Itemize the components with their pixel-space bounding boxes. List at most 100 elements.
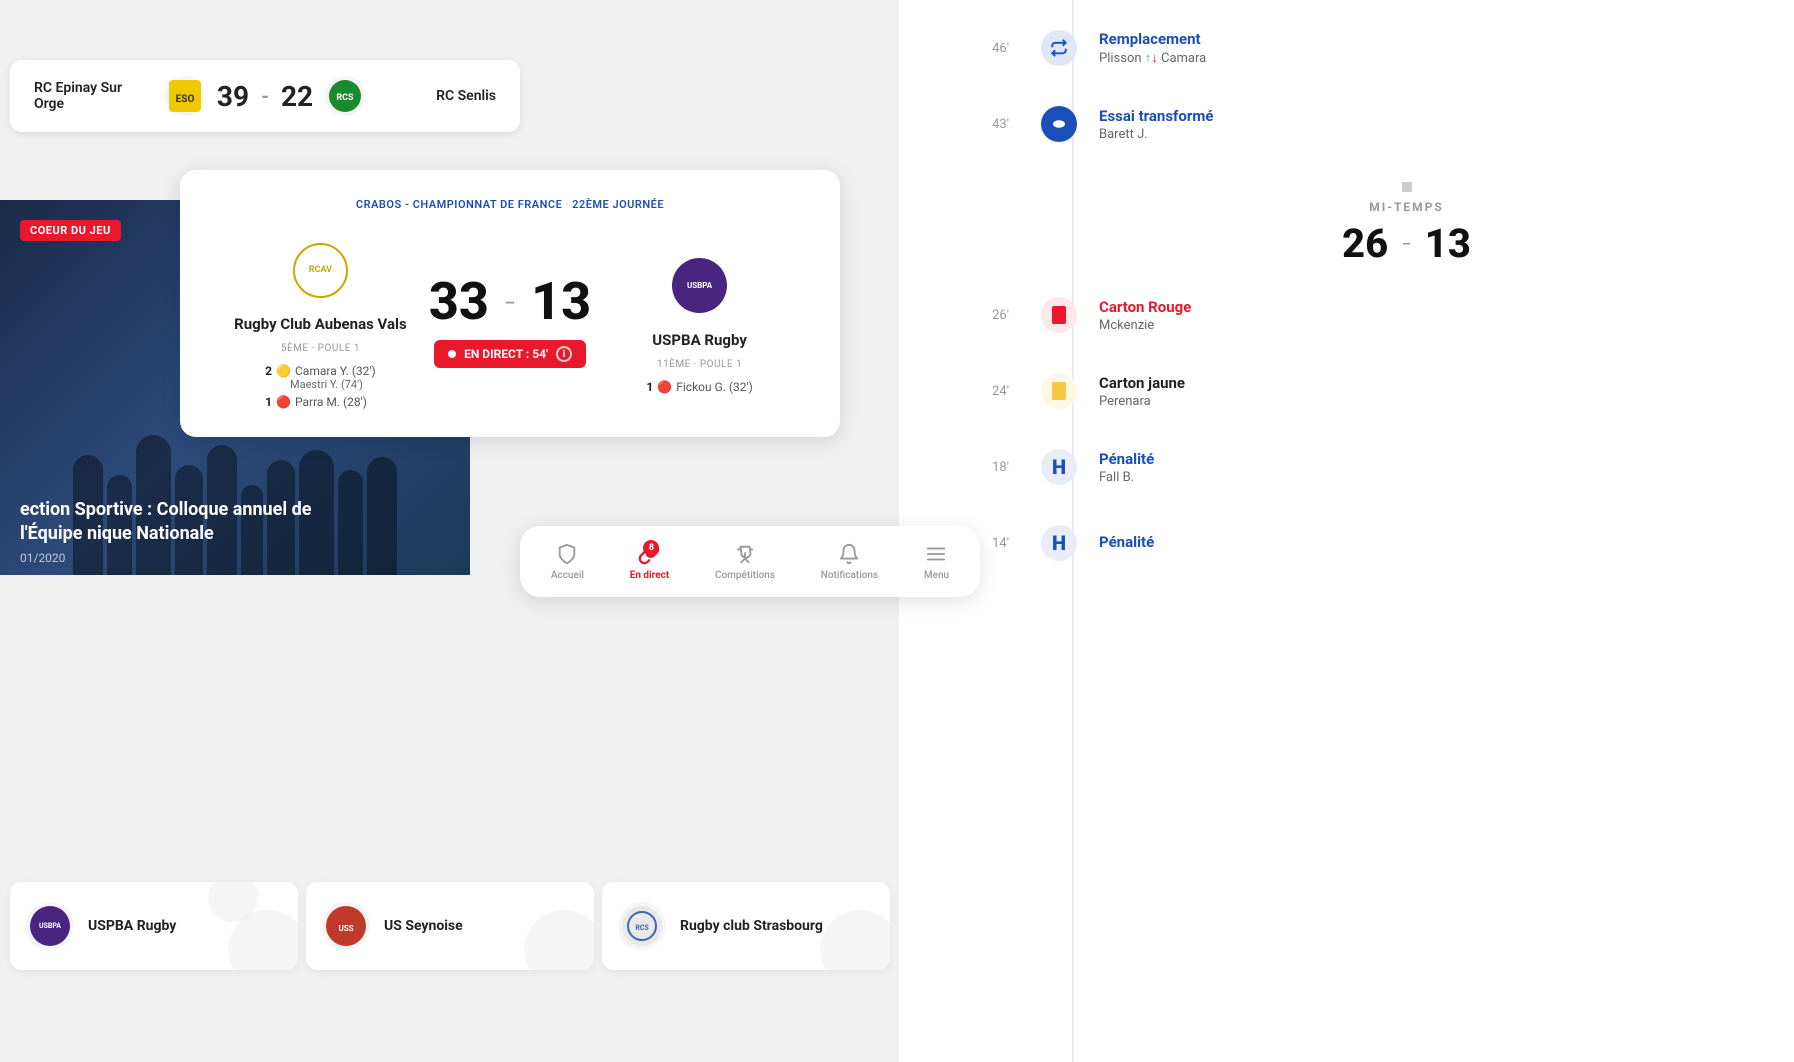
timeline-dot-46 <box>1039 30 1079 66</box>
shield-icon <box>555 542 579 566</box>
timeline-item-43: 43' Essai transformé Barett J. <box>959 106 1734 142</box>
timeline-event-title-24: Carton jaune <box>1099 374 1734 392</box>
match-score-right: 13 <box>531 276 591 328</box>
timeline-time-26: 26' <box>959 308 1039 323</box>
halftime-section: MI-TEMPS 26 - 13 <box>959 182 1734 267</box>
match-score: 33 - 13 <box>429 276 591 328</box>
match-card[interactable]: CRABOS - CHAMPIONNAT DE FRANCE · 22ÈME J… <box>180 170 840 437</box>
bottom-nav: Accueil 8 En direct <box>520 526 980 597</box>
right-panel: 46' Remplacement Plisson ↑↓ Camara <box>899 0 1794 1062</box>
timeline-item-14: 14' H Pénalité <box>959 525 1734 561</box>
timeline-time-46: 46' <box>959 41 1039 56</box>
svg-text:ESO: ESO <box>176 94 195 105</box>
match-team-left-sub: 5ÈME · POULE 1 <box>281 343 360 354</box>
nav-label-menu: Menu <box>924 570 949 581</box>
nav-item-competitions[interactable]: Compétitions <box>703 538 787 585</box>
trophy-icon <box>733 542 757 566</box>
timeline-item-18: 18' H Pénalité Fall B. <box>959 449 1734 485</box>
top-score-left: 39 <box>217 80 249 113</box>
penalty-H-icon-2: H <box>1052 533 1066 553</box>
team-card-uspba[interactable]: USBPA USPBA Rugby <box>10 882 298 970</box>
scorer-left-1: 2 🟡 Camara Y. (32') <box>265 364 376 378</box>
match-competition: CRABOS - CHAMPIONNAT DE FRANCE <box>356 198 562 211</box>
halftime-score-right: 13 <box>1425 220 1471 267</box>
menu-icon <box>924 542 948 566</box>
hero-title: ection Sportive : Colloque annuel de l'É… <box>20 498 320 545</box>
team-card-name-uspba: USPBA Rugby <box>88 918 176 934</box>
live-badge-text: EN DIRECT : 54' <box>464 347 548 361</box>
team-card-name-strasbourg: Rugby club Strasbourg <box>680 918 823 934</box>
left-panel: RC Epinay Sur Orge ESO 39 - 22 RCS RC Se… <box>0 0 900 1062</box>
match-card-header: CRABOS - CHAMPIONNAT DE FRANCE · 22ÈME J… <box>212 198 808 211</box>
team-card-logo-uspba: USBPA <box>26 902 74 950</box>
hero-date: 01/2020 <box>20 551 65 565</box>
top-score-card[interactable]: RC Epinay Sur Orge ESO 39 - 22 RCS RC Se… <box>10 60 520 132</box>
match-score-sep: - <box>505 284 515 320</box>
top-team-right: RC Senlis <box>377 88 496 104</box>
live-badge[interactable]: EN DIRECT : 54' i <box>434 340 586 368</box>
match-score-left: 33 <box>429 276 489 328</box>
top-score-sep: - <box>261 84 269 108</box>
top-logo-left: ESO <box>165 76 205 116</box>
top-team-left: RC Epinay Sur Orge <box>34 80 153 112</box>
match-teams: RCAV Rugby Club Aubenas Vals 5ÈME · POUL… <box>212 235 808 409</box>
timeline-dot-43 <box>1039 106 1079 142</box>
nav-label-accueil: Accueil <box>551 570 584 581</box>
top-score-right: 22 <box>281 80 313 113</box>
live-info-icon[interactable]: i <box>556 346 572 362</box>
halftime-label: MI-TEMPS <box>1369 200 1444 214</box>
timeline-dot-18: H <box>1039 449 1079 485</box>
timeline-time-18: 18' <box>959 460 1039 475</box>
match-team-left: RCAV Rugby Club Aubenas Vals 5ÈME · POUL… <box>212 235 429 409</box>
timeline-item-24: 24' Carton jaune Perenara <box>959 373 1734 409</box>
timeline-event-sub-43: Barett J. <box>1099 127 1734 142</box>
team-card-seynoise[interactable]: USS US Seynoise <box>306 882 594 970</box>
team-card-strasbourg[interactable]: RCS Rugby club Strasbourg <box>602 882 890 970</box>
nav-item-menu[interactable]: Menu <box>912 538 961 585</box>
timeline-item-46: 46' Remplacement Plisson ↑↓ Camara <box>959 30 1734 66</box>
match-team-right: USBPA USPBA Rugby 11ÈME · POULE 1 1 🔴 Fi… <box>591 251 808 394</box>
halftime-score: 26 - 13 <box>1342 220 1471 267</box>
match-team-right-sub: 11ÈME · POULE 1 <box>657 359 742 370</box>
match-team-right-name: USPBA Rugby <box>652 331 747 349</box>
svg-text:RCS: RCS <box>336 93 354 103</box>
nav-item-accueil[interactable]: Accueil <box>539 538 596 585</box>
match-score-center: 33 - 13 EN DIRECT : 54' i <box>429 276 591 368</box>
team-cards: USBPA USPBA Rugby USS US Seynoise RC <box>0 862 900 1062</box>
match-logo-right: USBPA <box>665 251 735 321</box>
timeline: 46' Remplacement Plisson ↑↓ Camara <box>899 0 1794 1062</box>
top-score: 39 - 22 <box>217 80 313 113</box>
timeline-item-26: 26' Carton Rouge Mckenzie <box>959 297 1734 333</box>
red-card-icon <box>1052 306 1066 324</box>
penalty-H-icon: H <box>1052 457 1066 477</box>
bell-icon <box>837 542 861 566</box>
timeline-time-24: 24' <box>959 384 1039 399</box>
match-team-left-name: Rugby Club Aubenas Vals <box>234 315 407 333</box>
timeline-content-26: Carton Rouge Mckenzie <box>1079 298 1734 333</box>
timeline-time-43: 43' <box>959 117 1039 132</box>
timeline-event-sub-26: Mckenzie <box>1099 318 1734 333</box>
team-card-logo-strasbourg: RCS <box>618 902 666 950</box>
timeline-event-title-14: Pénalité <box>1099 533 1734 551</box>
top-logo-right: RCS <box>325 76 365 116</box>
match-journee: 22ÈME JOURNÉE <box>572 198 664 211</box>
match-logo-left: RCAV <box>285 235 355 305</box>
scorer-right-1: 1 🔴 Fickou G. (32') <box>646 380 752 394</box>
scorer-left-2: 1 🔴 Parra M. (28') <box>265 395 376 409</box>
timeline-content-18: Pénalité Fall B. <box>1079 450 1734 485</box>
nav-item-en-direct[interactable]: 8 En direct <box>618 538 682 585</box>
nav-label-notifications: Notifications <box>821 570 878 581</box>
nav-item-notifications[interactable]: Notifications <box>809 538 890 585</box>
timeline-dot-14: H <box>1039 525 1079 561</box>
halftime-sep: - <box>1402 226 1411 261</box>
link-icon: 8 <box>637 542 661 566</box>
yellow-card-icon <box>1052 382 1066 400</box>
match-scorers-right: 1 🔴 Fickou G. (32') <box>646 380 752 394</box>
timeline-event-title-43: Essai transformé <box>1099 107 1734 125</box>
match-scorers-left: 2 🟡 Camara Y. (32') Maestri Y. (74') 1 🔴… <box>265 364 376 409</box>
team-card-logo-seynoise: USS <box>322 902 370 950</box>
hero-badge: COEUR DU JEU <box>20 220 121 241</box>
halftime-dot-top <box>1402 182 1412 192</box>
timeline-content-43: Essai transformé Barett J. <box>1079 107 1734 142</box>
halftime-score-left: 26 <box>1342 220 1388 267</box>
